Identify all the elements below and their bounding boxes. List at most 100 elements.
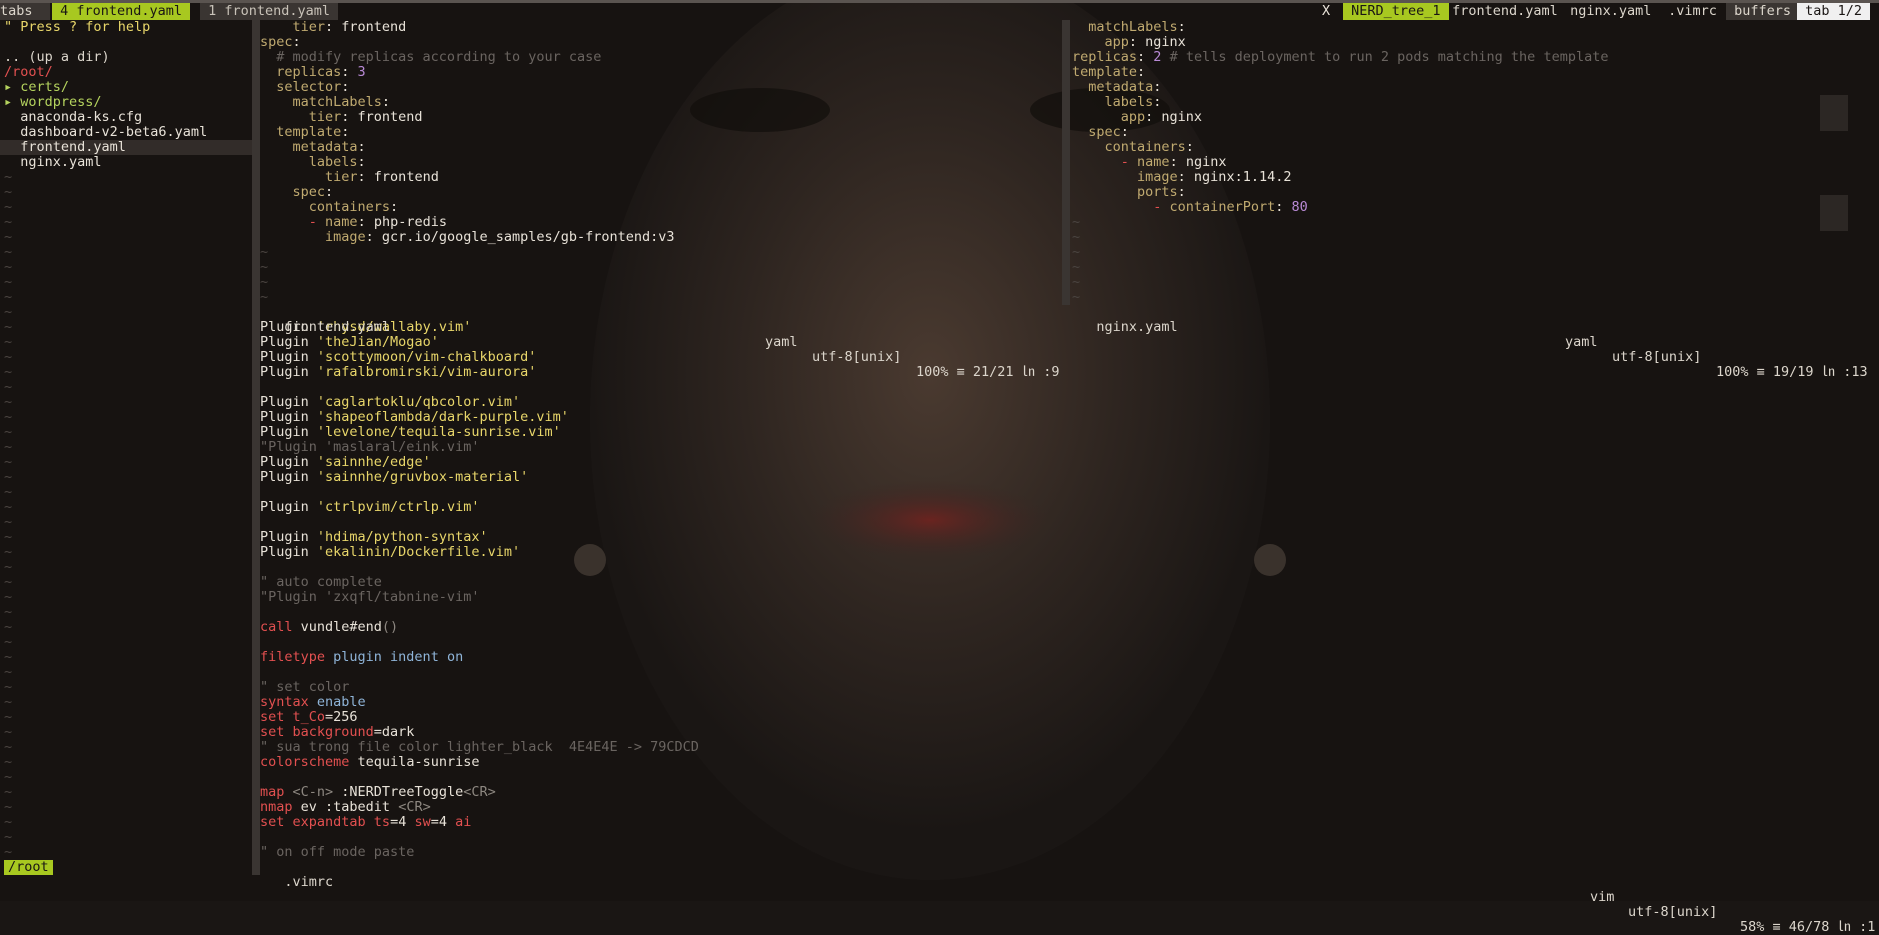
vimrc-token: ai (455, 814, 472, 830)
nerdtree-empty-line-marker: ~ (4, 574, 13, 590)
vimrc-code-line[interactable]: "Plugin 'maslaral/eink.vim' (260, 440, 479, 455)
nginx-code-line[interactable]: app: nginx (1072, 110, 1202, 125)
nginx-token: : (1275, 199, 1292, 215)
buffer-vimrc[interactable]: .vimrc (1660, 3, 1725, 20)
nerdtree-up-dir[interactable]: .. (up a dir) (4, 50, 110, 65)
nginx-yaml-editor[interactable]: matchLabels: app: nginx replicas: 2 # tel… (1072, 20, 1877, 305)
vimrc-token: vundle#end (300, 619, 382, 635)
nginx-code-line[interactable]: template: (1072, 65, 1145, 80)
nerdtree-empty-line-marker: ~ (4, 319, 13, 335)
vimrc-code-line[interactable]: Plugin 'scottymoon/vim-chalkboard' (260, 350, 536, 365)
frontend-token: : (292, 34, 301, 50)
nerdtree-empty-line-marker: ~ (4, 649, 13, 665)
nerdtree-dir-certs[interactable]: ▸ certs/ (4, 80, 69, 95)
nginx-code-line[interactable]: spec: (1072, 125, 1129, 140)
frontend-empty-line-marker: ~ (260, 289, 269, 305)
vimrc-code-line[interactable]: Plugin 'ctrlpvim/ctrlp.vim' (260, 500, 479, 515)
nerdtree-empty-line-marker: ~ (4, 214, 13, 230)
vimrc-token: tequila-sunrise (357, 754, 480, 770)
close-tab-button[interactable]: X (1322, 3, 1330, 20)
nerdtree-empty-line-marker: ~ (4, 844, 13, 860)
frontend-code-line[interactable]: metadata: (260, 140, 366, 155)
frontend-statusline: frontend.yaml yaml utf-8[unix] 100% ≡ 21… (260, 305, 1060, 380)
frontend-status-filetype: yaml (765, 334, 798, 350)
nerdtree-empty-line-marker: ~ (4, 334, 13, 350)
buffer-nginx[interactable]: nginx.yaml (1562, 3, 1660, 20)
vimrc-code-line[interactable]: Plugin 'caglartoklu/qbcolor.vim' (260, 395, 520, 410)
frontend-yaml-editor[interactable]: tier: frontend spec: # modify replicas ac… (260, 20, 1060, 305)
tab-frontend[interactable]: 1 frontend.yaml (200, 3, 339, 20)
vimrc-code-line[interactable]: map <C-n> :NERDTreeToggle<CR> (260, 785, 496, 800)
frontend-code-line[interactable]: tier: frontend (260, 170, 439, 185)
frontend-token: tier (260, 109, 342, 125)
frontend-code-line[interactable]: spec: (260, 35, 301, 50)
nginx-token: image (1072, 169, 1178, 185)
vimrc-code-line[interactable]: " set color (260, 680, 349, 695)
vimrc-code-line[interactable]: filetype plugin indent on (260, 650, 463, 665)
nerdtree-file-frontend-selected[interactable]: frontend.yaml (4, 140, 126, 155)
nerdtree-file-nginx[interactable]: nginx.yaml (4, 155, 101, 170)
vimrc-code-line[interactable]: Plugin 'theJian/Mogao' (260, 335, 439, 350)
frontend-code-line[interactable]: selector: (260, 80, 349, 95)
nerdtree-root-path[interactable]: /root/ (4, 65, 53, 80)
nerdtree-file-anaconda[interactable]: anaconda-ks.cfg (4, 110, 142, 125)
vimrc-code-line[interactable]: Plugin 'hdima/python-syntax' (260, 530, 488, 545)
frontend-code-line[interactable]: tier: frontend (260, 110, 423, 125)
frontend-code-line[interactable]: matchLabels: (260, 95, 391, 110)
vimrc-code-line[interactable]: "Plugin 'zxqfl/tabnine-vim' (260, 590, 479, 605)
nginx-token: app (1072, 34, 1129, 50)
nerdtree-empty-line-marker: ~ (4, 349, 13, 365)
vimrc-code-line[interactable]: call vundle#end() (260, 620, 398, 635)
vimrc-editor[interactable]: Plugin 'rhysd/wallaby.vim' Plugin 'theJia… (260, 320, 1877, 860)
nginx-token: app (1072, 109, 1146, 125)
vimrc-code-line[interactable]: Plugin 'sainnhe/gruvbox-material' (260, 470, 528, 485)
vimrc-code-line[interactable]: set t_Co=256 (260, 710, 358, 725)
frontend-code-line[interactable]: template: (260, 125, 349, 140)
nginx-code-line[interactable]: containers: (1072, 140, 1194, 155)
nginx-code-line[interactable]: image: nginx:1.14.2 (1072, 170, 1291, 185)
nerdtree-empty-line-marker: ~ (4, 409, 13, 425)
nginx-code-line[interactable]: - name: nginx (1072, 155, 1227, 170)
nginx-code-line[interactable]: app: nginx (1072, 35, 1186, 50)
buffer-frontend[interactable]: frontend.yaml (1444, 3, 1566, 20)
vimrc-code-line[interactable]: set expandtab ts=4 sw=4 ai (260, 815, 471, 830)
nerdtree-empty-line-marker: ~ (4, 754, 13, 770)
vimrc-code-line[interactable]: set background=dark (260, 725, 414, 740)
vimrc-code-line[interactable]: " auto complete (260, 575, 382, 590)
frontend-code-line[interactable]: replicas: 3 (260, 65, 365, 80)
nginx-code-line[interactable]: matchLabels: (1072, 20, 1186, 35)
frontend-code-line[interactable]: labels: (260, 155, 366, 170)
frontend-code-line[interactable]: containers: (260, 200, 398, 215)
buffer-nerdtree[interactable]: NERD_tree_1 (1343, 3, 1449, 20)
vimrc-code-line[interactable]: " on off mode paste (260, 845, 414, 860)
frontend-token: : (357, 139, 366, 155)
vimrc-code-line[interactable]: Plugin 'shapeoflambda/dark-purple.vim' (260, 410, 569, 425)
nerdtree-file-dashboard[interactable]: dashboard-v2-beta6.yaml (4, 125, 207, 140)
vimrc-code-line[interactable]: syntax enable (260, 695, 366, 710)
frontend-code-line[interactable]: image: gcr.io/google_samples/gb-frontend… (260, 230, 675, 245)
nerdtree-empty-line-marker: ~ (4, 739, 13, 755)
frontend-code-line[interactable]: # modify replicas according to your case (260, 50, 601, 65)
vimrc-code-line[interactable]: colorscheme tequila-sunrise (260, 755, 479, 770)
nginx-code-line[interactable]: labels: (1072, 95, 1162, 110)
vimrc-token: Plugin (260, 469, 317, 485)
frontend-code-line[interactable]: tier: frontend (260, 20, 407, 35)
tab-frontend-active[interactable]: 4 frontend.yaml (52, 3, 191, 20)
vimrc-code-line[interactable]: Plugin 'rafalbromirski/vim-aurora' (260, 365, 536, 380)
nerdtree-pane[interactable]: " Press ? for help .. (up a dir) /root/ … (0, 20, 252, 873)
vimrc-code-line[interactable]: Plugin 'sainnhe/edge' (260, 455, 431, 470)
nginx-code-line[interactable]: metadata: (1072, 80, 1161, 95)
vimrc-code-line[interactable]: Plugin 'ekalinin/Dockerfile.vim' (260, 545, 520, 560)
nginx-token: - (1153, 199, 1170, 215)
nginx-code-line[interactable]: - containerPort: 80 (1072, 199, 1307, 215)
nerdtree-dir-wordpress[interactable]: ▸ wordpress/ (4, 95, 102, 110)
nginx-code-line[interactable]: ports: (1072, 185, 1186, 200)
frontend-code-line[interactable]: spec: (260, 185, 334, 200)
frontend-code-line[interactable]: - name: php-redis (260, 215, 447, 230)
vimrc-code-line[interactable]: nmap ev :tabedit <CR> (260, 800, 431, 815)
vimrc-code-line[interactable]: Plugin 'levelone/tequila-sunrise.vim' (260, 425, 561, 440)
nerdtree-split-separator[interactable] (252, 20, 260, 875)
yaml-split-separator[interactable] (1062, 20, 1070, 305)
vimrc-code-line[interactable]: " sua trong file color lighter_black 4E4… (260, 740, 699, 755)
nginx-code-line[interactable]: replicas: 2 # tells deployment to run 2 … (1072, 50, 1608, 65)
